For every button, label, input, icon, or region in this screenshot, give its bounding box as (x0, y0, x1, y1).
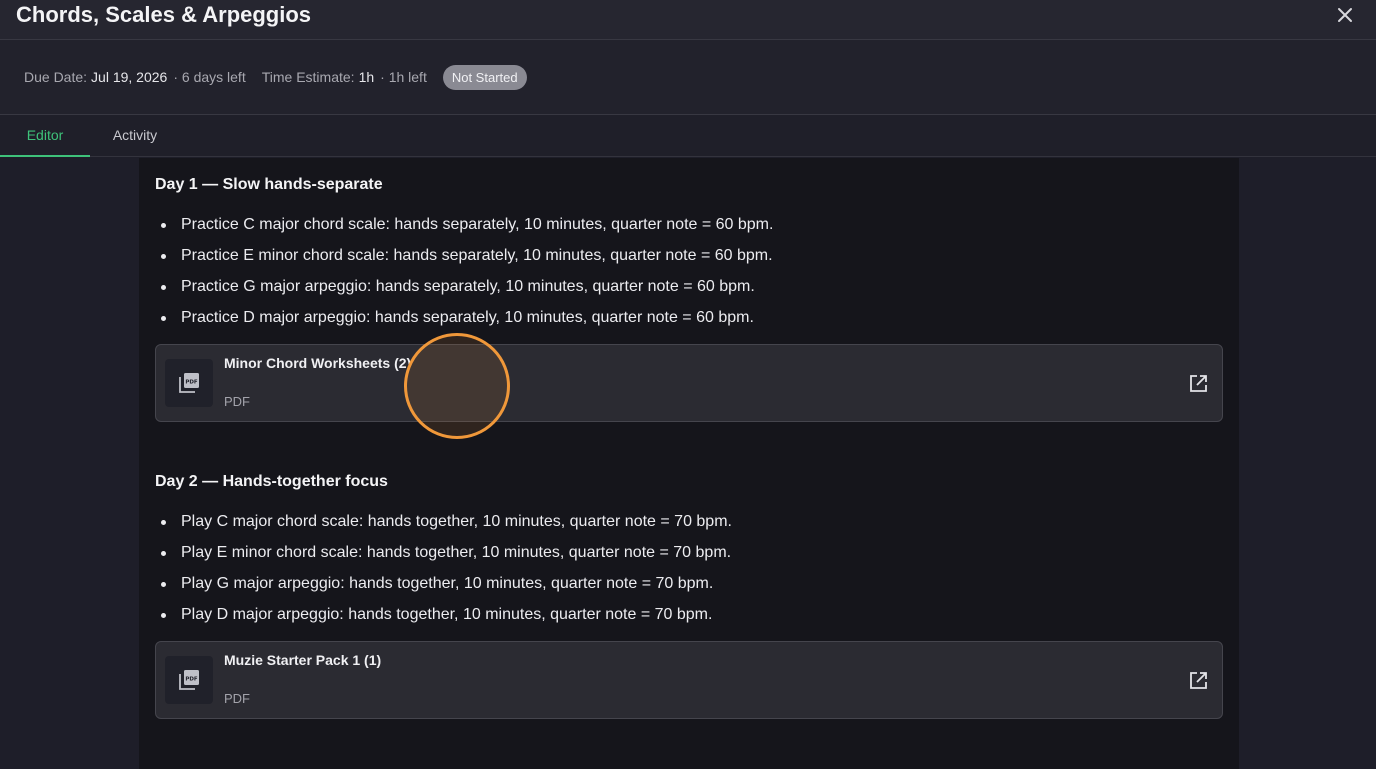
attachment-card[interactable]: PDF Minor Chord Worksheets (2) PDF (155, 344, 1223, 422)
editor-content[interactable]: Day 1 — Slow hands-separate Practice C m… (139, 158, 1239, 769)
tab-activity[interactable]: Activity (90, 115, 180, 157)
day-2-list: Play C major chord scale: hands together… (155, 511, 732, 635)
task-meta-bar: Due Date: Jul 19, 2026 · 6 days left Tim… (0, 40, 1376, 115)
due-date-remaining: · 6 days left (173, 69, 246, 85)
time-estimate-value: 1h (358, 69, 375, 85)
attachment-thumbnail: PDF (165, 359, 213, 407)
open-attachment-button[interactable] (1187, 670, 1209, 692)
open-external-icon[interactable] (1187, 373, 1209, 395)
attachment-thumbnail: PDF (165, 656, 213, 704)
list-item: Practice G major arpeggio: hands separat… (155, 276, 773, 307)
due-date-label: Due Date: (24, 69, 88, 85)
task-meta-row: Due Date: Jul 19, 2026 · 6 days left Tim… (24, 64, 527, 90)
list-item: Practice C major chord scale: hands sepa… (155, 214, 773, 245)
status-badge[interactable]: Not Started (442, 64, 527, 90)
close-button[interactable] (1334, 4, 1356, 26)
modal-header: Chords, Scales & Arpeggios (0, 0, 1376, 40)
tab-bar: Editor Activity (0, 115, 1376, 157)
pdf-icon: PDF (179, 670, 199, 690)
open-attachment-button[interactable] (1187, 373, 1209, 395)
list-item: Play D major arpeggio: hands together, 1… (155, 604, 732, 635)
attachment-name[interactable]: Minor Chord Worksheets (2) (224, 355, 411, 371)
tab-editor[interactable]: Editor (0, 115, 90, 157)
attachment-type: PDF (224, 394, 250, 409)
section-title-day-1: Day 1 — Slow hands-separate (155, 176, 383, 193)
list-item: Practice D major arpeggio: hands separat… (155, 307, 773, 338)
page-title: Chords, Scales & Arpeggios (16, 2, 312, 27)
svg-text:PDF: PDF (185, 379, 198, 385)
list-item: Play G major arpeggio: hands together, 1… (155, 573, 732, 604)
attachment-card[interactable]: PDF Muzie Starter Pack 1 (1) PDF (155, 641, 1223, 719)
svg-text:PDF: PDF (185, 676, 198, 682)
close-icon[interactable] (1334, 4, 1356, 26)
pdf-icon: PDF (179, 373, 199, 393)
list-item: Practice E minor chord scale: hands sepa… (155, 245, 773, 276)
time-estimate-label: Time Estimate: (261, 69, 355, 85)
attachment-type: PDF (224, 691, 250, 706)
open-external-icon[interactable] (1187, 670, 1209, 692)
list-item: Play E minor chord scale: hands together… (155, 542, 732, 573)
list-item: Play C major chord scale: hands together… (155, 511, 732, 542)
attachment-name[interactable]: Muzie Starter Pack 1 (1) (224, 652, 381, 668)
due-date-value: Jul 19, 2026 (91, 69, 168, 85)
section-title-day-2: Day 2 — Hands-together focus (155, 473, 388, 490)
day-1-list: Practice C major chord scale: hands sepa… (155, 214, 773, 338)
time-estimate-remaining: · 1h left (380, 69, 427, 85)
